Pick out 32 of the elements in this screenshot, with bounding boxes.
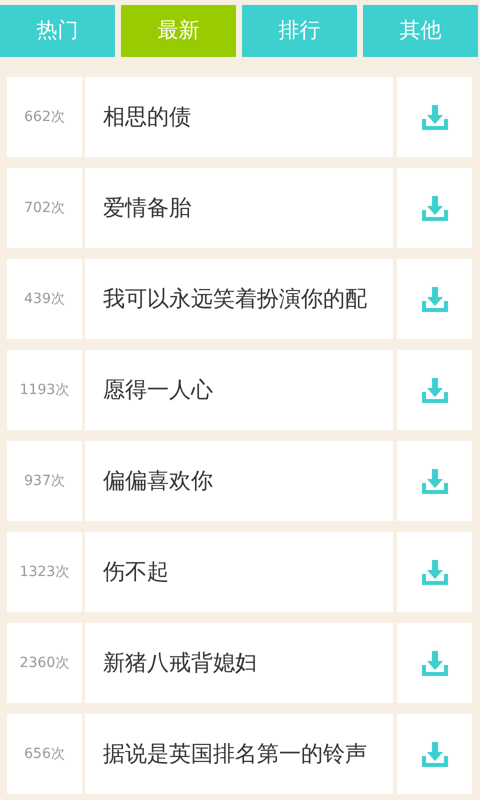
download-button[interactable] [397,77,472,157]
download-button[interactable] [397,259,472,339]
play-count: 656次 [7,714,82,794]
play-count: 702次 [7,168,82,248]
download-icon [420,376,448,404]
song-title[interactable]: 据说是英国排名第一的铃声 [85,714,393,794]
download-icon [420,285,448,313]
song-title[interactable]: 爱情备胎 [85,168,393,248]
song-title[interactable]: 愿得一人心 [85,350,393,430]
play-count: 937次 [7,441,82,521]
download-button[interactable] [397,532,472,612]
play-count: 1323次 [7,532,82,612]
download-button[interactable] [397,350,472,430]
play-count: 1193次 [7,350,82,430]
play-count: 439次 [7,259,82,339]
play-count: 2360次 [7,623,82,703]
download-icon [420,194,448,222]
download-icon [420,558,448,586]
download-icon [420,467,448,495]
download-icon [420,740,448,768]
play-count: 662次 [7,77,82,157]
download-button[interactable] [397,623,472,703]
song-title[interactable]: 相思的债 [85,77,393,157]
song-title[interactable]: 新猪八戒背媳妇 [85,623,393,703]
download-icon [420,103,448,131]
song-title[interactable]: 偏偏喜欢你 [85,441,393,521]
download-button[interactable] [397,168,472,248]
download-button[interactable] [397,714,472,794]
song-title[interactable]: 伤不起 [85,532,393,612]
download-icon [420,649,448,677]
song-title[interactable]: 我可以永远笑着扮演你的配 [85,259,393,339]
download-button[interactable] [397,441,472,521]
